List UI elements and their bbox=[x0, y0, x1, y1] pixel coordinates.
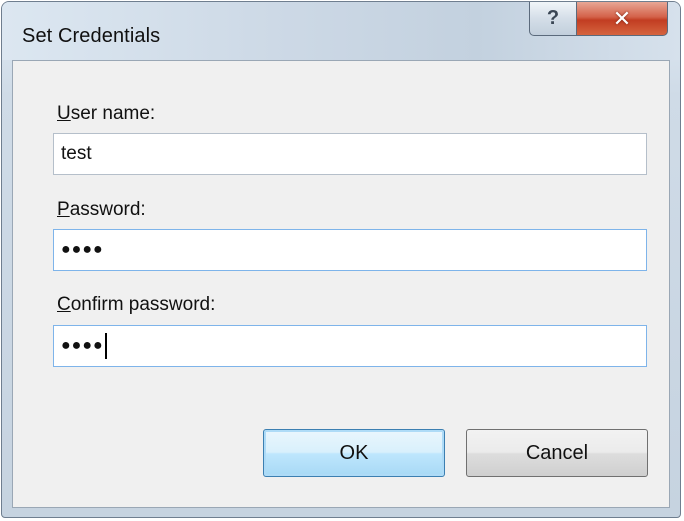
confirm-password-field[interactable]: ●●●● bbox=[53, 325, 647, 367]
close-button[interactable]: ✕ bbox=[576, 2, 668, 36]
password-field[interactable]: ●●●● bbox=[53, 229, 647, 271]
close-icon: ✕ bbox=[612, 5, 632, 31]
password-masked-value: ●●●● bbox=[61, 241, 104, 258]
username-label-mnemonic: U bbox=[57, 103, 71, 124]
password-label: Password: bbox=[57, 199, 146, 221]
window-title: Set Credentials bbox=[22, 25, 161, 47]
username-value: test bbox=[61, 143, 92, 164]
username-label-text: ser name: bbox=[70, 103, 156, 124]
password-label-mnemonic: P bbox=[57, 199, 70, 220]
title-bar[interactable]: Set Credentials ? ✕ bbox=[2, 2, 680, 60]
confirm-password-label-text: onfirm password: bbox=[70, 294, 216, 315]
ok-button[interactable]: OK bbox=[263, 429, 445, 477]
confirm-password-label: Confirm password: bbox=[57, 294, 215, 316]
text-caret bbox=[104, 333, 107, 359]
confirm-password-label-mnemonic: C bbox=[57, 294, 71, 315]
help-button[interactable]: ? bbox=[529, 2, 577, 36]
password-label-text: assword: bbox=[69, 199, 146, 220]
dialog-body: User name: test Password: ●●●● Confirm p… bbox=[12, 60, 670, 508]
set-credentials-dialog: Set Credentials ? ✕ User name: test Pass… bbox=[1, 1, 681, 518]
confirm-password-masked-value: ●●●● bbox=[61, 337, 104, 354]
username-field[interactable]: test bbox=[53, 133, 647, 175]
username-label: User name: bbox=[57, 103, 155, 125]
cancel-button[interactable]: Cancel bbox=[466, 429, 648, 477]
help-icon: ? bbox=[546, 7, 560, 29]
